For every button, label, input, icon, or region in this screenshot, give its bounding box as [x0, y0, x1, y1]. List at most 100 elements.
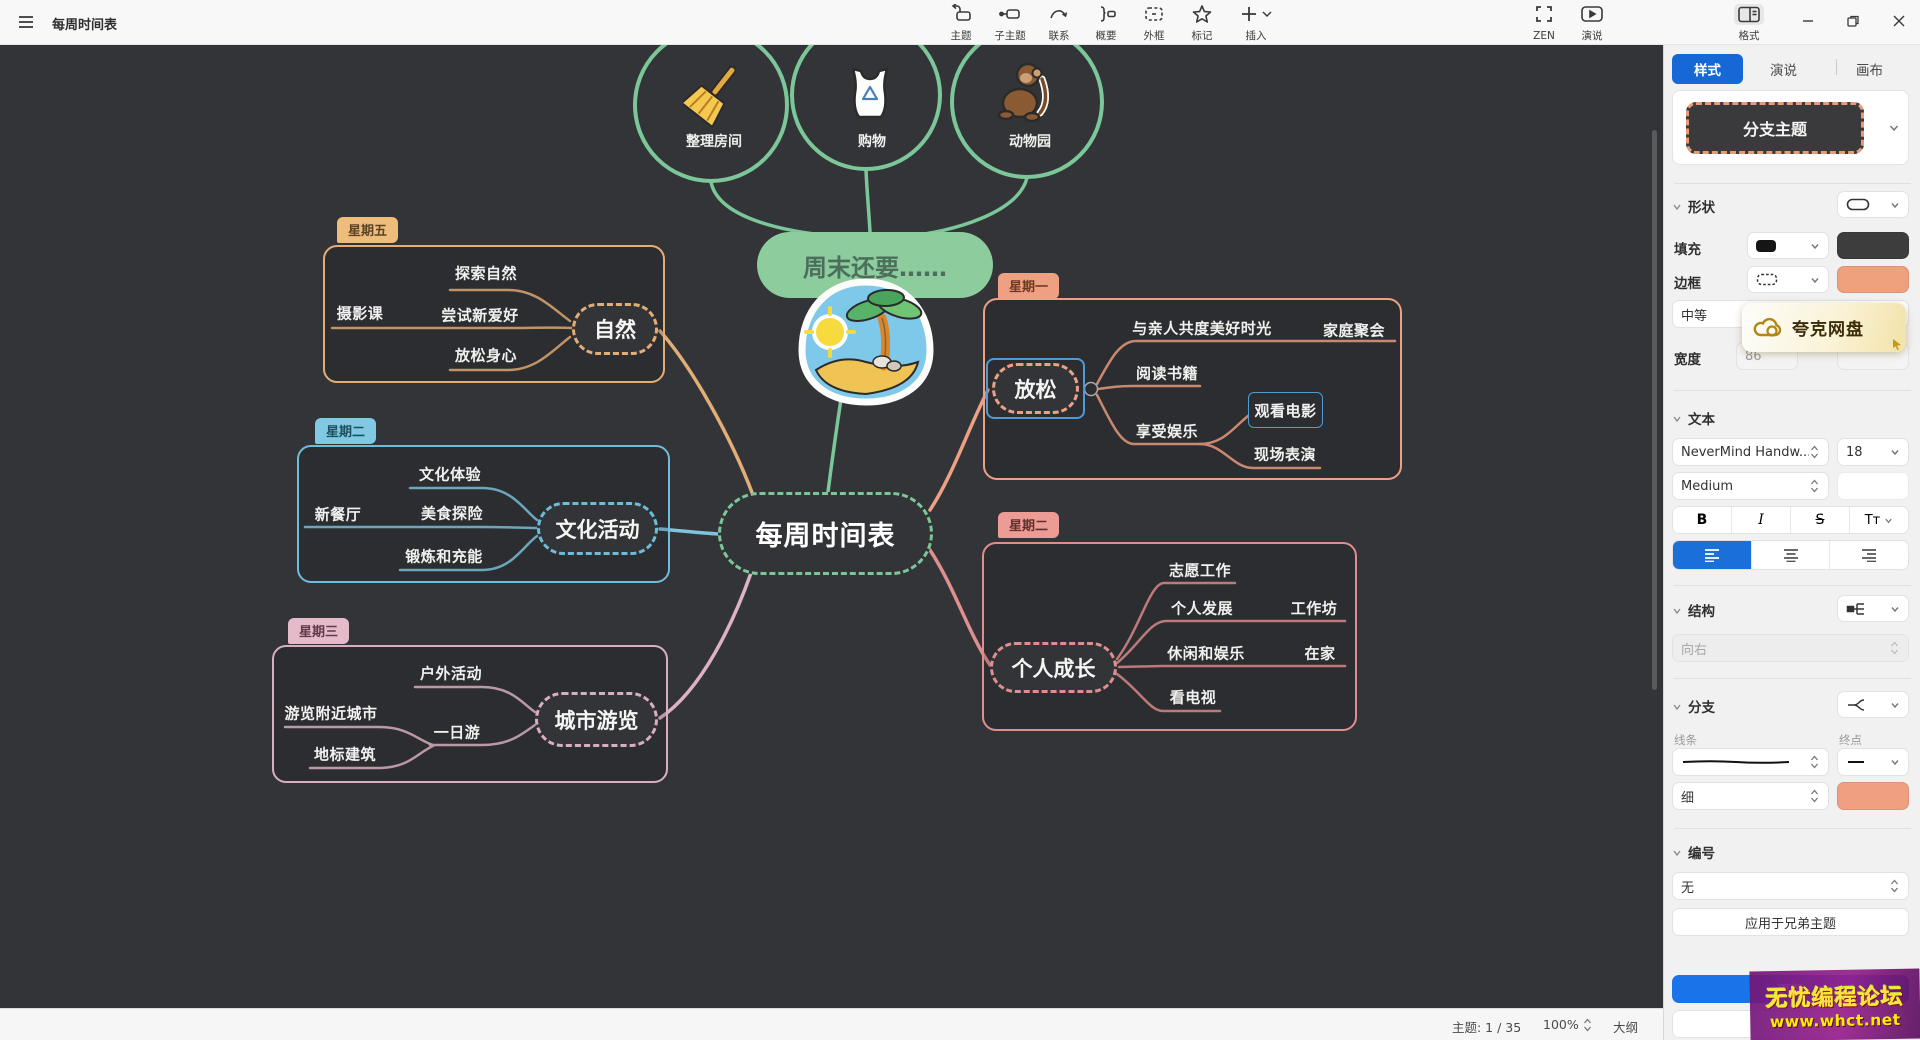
endpoint-select[interactable] — [1837, 748, 1909, 776]
central-topic[interactable]: 每周时间表 — [718, 492, 933, 575]
format-panel-button[interactable]: 格式 — [1723, 4, 1775, 42]
subtopic[interactable]: 在家 — [1304, 643, 1335, 664]
vertical-scrollbar[interactable] — [1652, 130, 1657, 690]
topic-watch-movie[interactable]: 观看电影 — [1248, 392, 1323, 428]
boundary-button[interactable]: 外框 — [1128, 4, 1180, 42]
fill-color-swatch[interactable] — [1837, 232, 1909, 259]
subtopic[interactable]: 放松身心 — [455, 345, 517, 366]
minimize-button[interactable] — [1793, 8, 1823, 34]
mindmap-canvas[interactable]: 整理房间 购物 动物园 周末还要…… 每周时间表 星期五 自然 — [0, 45, 1663, 1008]
subtopic[interactable]: 游览附近城市 — [284, 703, 377, 724]
tab-present[interactable]: 演说 — [1770, 59, 1797, 79]
font-color-swatch[interactable] — [1837, 472, 1909, 500]
boundary-tag-tuesday[interactable]: 星期二 — [315, 418, 376, 444]
subtopic[interactable]: 志愿工作 — [1169, 560, 1231, 581]
collapse-chevron-icon[interactable] — [1672, 606, 1682, 616]
present-button[interactable]: 演说 — [1566, 4, 1618, 42]
collapse-chevron-icon[interactable] — [1672, 702, 1682, 712]
tab-style[interactable]: 样式 — [1672, 54, 1743, 84]
font-family-value: NeverMind Handw... — [1681, 445, 1809, 460]
align-right-button[interactable] — [1830, 541, 1908, 569]
present-button-label: 演说 — [1582, 31, 1603, 42]
border-style-select[interactable] — [1747, 266, 1829, 293]
text-case-button[interactable]: Tт — [1850, 507, 1908, 533]
relationship-button-label: 联系 — [1049, 31, 1070, 42]
subtopic[interactable]: 探索自然 — [455, 263, 517, 284]
subtopic-button[interactable]: 子主题 — [984, 4, 1036, 42]
font-family-select[interactable]: NeverMind Handw... — [1672, 438, 1829, 466]
chevron-down-icon — [1810, 275, 1820, 285]
collapse-chevron-icon[interactable] — [1672, 202, 1682, 212]
hamburger-menu-icon[interactable] — [16, 12, 36, 36]
subtopic[interactable]: 地标建筑 — [314, 744, 376, 765]
branch-style-select[interactable] — [1837, 691, 1909, 718]
numbering-select[interactable]: 无 — [1672, 872, 1909, 900]
subtopic[interactable]: 锻炼和充能 — [405, 546, 483, 567]
italic-button[interactable]: I — [1732, 507, 1791, 533]
line-weight-select[interactable]: 细 — [1672, 782, 1829, 810]
subtopic[interactable]: 阅读书籍 — [1136, 363, 1198, 384]
outline-toggle[interactable]: 大纲 — [1613, 1017, 1638, 1036]
subtopic[interactable]: 美食探险 — [421, 503, 483, 524]
font-size-select[interactable]: 18 — [1837, 438, 1909, 466]
bold-button[interactable]: B — [1673, 507, 1732, 533]
boundary-tag-monday[interactable]: 星期一 — [998, 273, 1059, 299]
topic-nature[interactable]: 自然 — [572, 303, 658, 355]
boundary-tag-wednesday[interactable]: 星期三 — [288, 618, 349, 644]
branch-color-swatch[interactable] — [1837, 782, 1909, 810]
subtopic[interactable]: 摄影课 — [337, 303, 384, 324]
weekend-circle-zoo[interactable]: 动物园 — [1009, 131, 1051, 151]
subtopic[interactable]: 工作坊 — [1291, 598, 1338, 619]
subtopic[interactable]: 家庭聚会 — [1323, 320, 1385, 341]
topic-city-tour[interactable]: 城市游览 — [535, 692, 658, 747]
subtopic[interactable]: 休闲和娱乐 — [1167, 643, 1245, 664]
border-color-swatch[interactable] — [1837, 266, 1909, 293]
zen-mode-button[interactable]: ZEN — [1518, 4, 1570, 42]
border-label: 边框 — [1674, 272, 1701, 292]
font-weight-select[interactable]: Medium — [1672, 472, 1829, 500]
fill-style-select[interactable] — [1747, 232, 1829, 259]
tab-canvas[interactable]: 画布 — [1856, 59, 1883, 79]
weekend-circle-tidy-room[interactable]: 整理房间 — [686, 131, 742, 151]
align-center-button[interactable] — [1752, 541, 1831, 569]
topic-button[interactable]: 主题 — [935, 4, 987, 42]
quark-watermark-text: 夸克网盘 — [1792, 315, 1864, 340]
subtopic[interactable]: 尝试新爱好 — [441, 305, 519, 326]
weekend-circle-shopping[interactable]: 购物 — [858, 131, 886, 151]
zoom-level[interactable]: 100% — [1543, 1017, 1579, 1032]
topic-culture[interactable]: 文化活动 — [537, 502, 658, 555]
line-style-select[interactable] — [1672, 748, 1829, 776]
subtopic[interactable]: 现场表演 — [1254, 444, 1316, 465]
restore-button[interactable] — [1838, 8, 1868, 34]
collapse-chevron-icon[interactable] — [1672, 414, 1682, 424]
subtopic[interactable]: 看电视 — [1170, 687, 1217, 708]
align-left-button[interactable] — [1673, 541, 1752, 569]
style-preview-card[interactable]: 分支主题 — [1672, 90, 1909, 165]
boundary-tag-friday[interactable]: 星期五 — [337, 217, 398, 243]
collapse-chevron-icon[interactable] — [1672, 848, 1682, 858]
strikethrough-button[interactable]: S — [1791, 507, 1850, 533]
shape-select[interactable] — [1837, 191, 1909, 218]
insert-button[interactable]: 插入 — [1226, 4, 1286, 42]
relationship-button[interactable]: 联系 — [1033, 4, 1085, 42]
subtopic[interactable]: 新餐厅 — [315, 504, 362, 525]
subtopic[interactable]: 文化体验 — [419, 464, 481, 485]
subtopic[interactable]: 享受娱乐 — [1136, 421, 1198, 442]
subtopic[interactable]: 个人发展 — [1171, 598, 1233, 619]
close-button[interactable] — [1884, 8, 1914, 34]
structure-select[interactable] — [1837, 595, 1909, 622]
stepper-icon — [1809, 754, 1820, 770]
subtopic[interactable]: 与亲人共度美好时光 — [1132, 318, 1272, 339]
topic-relax[interactable]: 放松 — [992, 363, 1079, 414]
topic-personal-growth[interactable]: 个人成长 — [990, 642, 1117, 693]
structure-direction-value: 向右 — [1681, 639, 1707, 658]
summary-button[interactable]: 概要 — [1080, 4, 1132, 42]
branch-section-label: 分支 — [1688, 696, 1715, 716]
marker-button[interactable]: 标记 — [1176, 4, 1228, 42]
boundary-tag-tuesday-2[interactable]: 星期二 — [998, 512, 1059, 538]
apply-to-siblings-button[interactable]: 应用于兄弟主题 — [1672, 908, 1909, 936]
subtopic[interactable]: 户外活动 — [420, 663, 482, 684]
subtopic-label: 观看电影 — [1254, 400, 1316, 421]
subtopic[interactable]: 一日游 — [434, 722, 481, 743]
zoom-stepper-icon[interactable] — [1582, 1017, 1593, 1033]
